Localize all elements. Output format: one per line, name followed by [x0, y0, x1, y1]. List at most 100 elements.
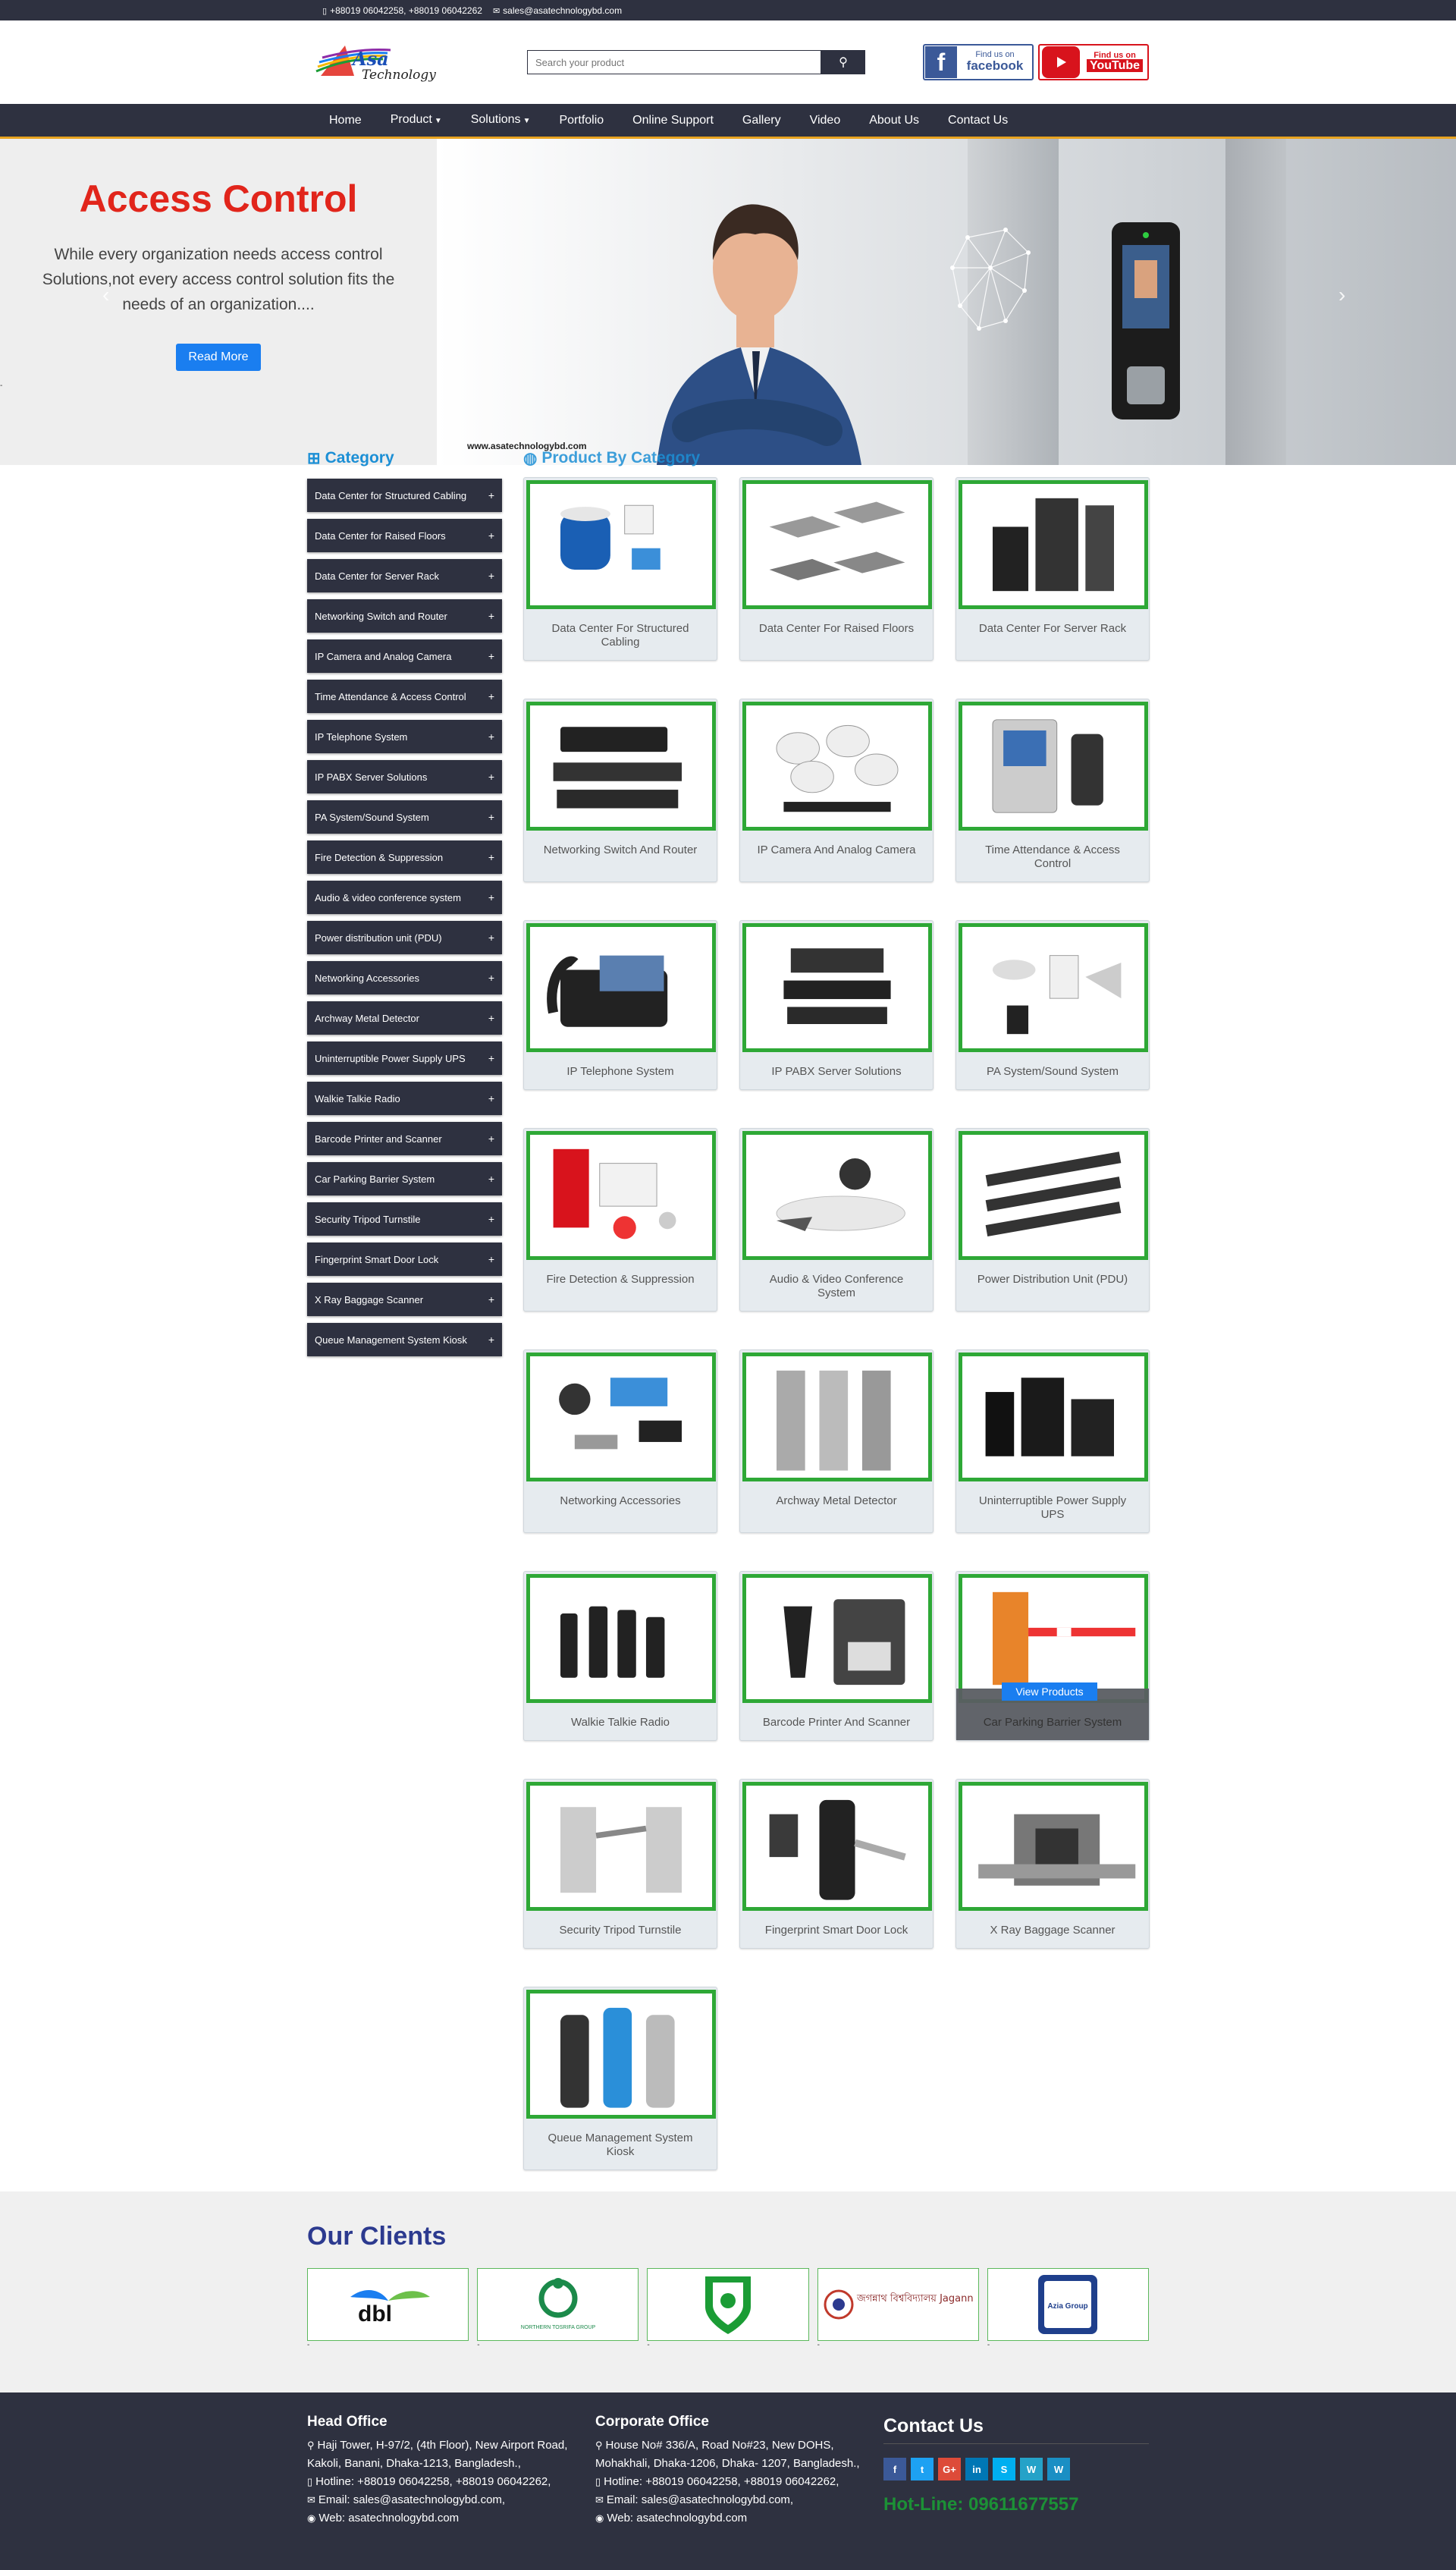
product-card[interactable]: Barcode Printer And Scanner [739, 1571, 934, 1741]
product-image[interactable] [959, 480, 1148, 609]
view-products-button[interactable]: View Products [1002, 1682, 1097, 1701]
sidebar-category-item[interactable]: IP Telephone System + [307, 720, 502, 753]
plus-icon[interactable]: + [488, 851, 494, 863]
facebook-badge[interactable]: f Find us on facebook [923, 44, 1034, 80]
sidebar-category-item[interactable]: Data Center for Raised Floors + [307, 519, 502, 552]
sidebar-category-item[interactable]: Data Center for Structured Cabling + [307, 479, 502, 512]
product-image[interactable] [526, 1574, 716, 1703]
product-name[interactable]: Walkie Talkie Radio [536, 1716, 704, 1730]
nav-about-us[interactable]: About Us [855, 104, 934, 137]
plus-icon[interactable]: + [488, 529, 494, 542]
sidebar-category-item[interactable]: Networking Accessories + [307, 961, 502, 994]
product-name[interactable]: Fingerprint Smart Door Lock [752, 1924, 921, 1937]
client-logo-azia-group[interactable]: Azia Group [987, 2268, 1150, 2341]
product-name[interactable]: Security Tripod Turnstile [536, 1924, 704, 1937]
nav-contact-us[interactable]: Contact Us [934, 104, 1022, 137]
product-image[interactable] [742, 1574, 932, 1703]
product-card[interactable]: Queue Management System Kiosk [523, 1987, 717, 2170]
product-card[interactable]: Security Tripod Turnstile [523, 1779, 717, 1949]
slider-next-arrow[interactable]: › [1338, 283, 1345, 307]
sidebar-category-item[interactable]: Audio & video conference system + [307, 881, 502, 914]
client-logo-jagannath-university[interactable]: জগন্নাথ বিশ্ববিদ্যালয় Jagannath Univers… [817, 2268, 979, 2341]
nav-home[interactable]: Home [315, 104, 376, 137]
product-card[interactable]: Power Distribution Unit (PDU) [956, 1128, 1150, 1312]
product-image[interactable] [742, 480, 932, 609]
product-card[interactable]: Networking Switch And Router [523, 699, 717, 882]
product-image[interactable] [526, 923, 716, 1052]
linkedin-icon[interactable]: in [965, 2458, 988, 2480]
product-card[interactable]: Time Attendance & Access Control [956, 699, 1150, 882]
skype-icon[interactable]: S [993, 2458, 1015, 2480]
product-name[interactable]: X Ray Baggage Scanner [968, 1924, 1137, 1937]
plus-icon[interactable]: + [488, 1052, 494, 1064]
product-card[interactable]: IP PABX Server Solutions [739, 920, 934, 1090]
sidebar-category-item[interactable]: IP PABX Server Solutions + [307, 760, 502, 793]
product-image[interactable] [742, 923, 932, 1052]
product-card[interactable]: Walkie Talkie Radio [523, 1571, 717, 1741]
sidebar-category-item[interactable]: Barcode Printer and Scanner + [307, 1122, 502, 1155]
plus-icon[interactable]: + [488, 1133, 494, 1145]
product-name[interactable]: Networking Switch And Router [536, 844, 704, 857]
head-office-email[interactable]: ✉ Email: sales@asatechnologybd.com, [307, 2491, 595, 2509]
read-more-button[interactable]: Read More [176, 344, 261, 371]
plus-icon[interactable]: + [488, 811, 494, 823]
product-card[interactable]: Audio & Video Conference System [739, 1128, 934, 1312]
twitter-icon[interactable]: t [911, 2458, 934, 2480]
product-card[interactable]: IP Telephone System [523, 920, 717, 1090]
nav-online-support[interactable]: Online Support [618, 104, 728, 137]
corporate-office-web[interactable]: ◉ Web: asatechnologybd.com [595, 2509, 883, 2528]
topbar-email[interactable]: ✉ sales@asatechnologybd.com [493, 5, 622, 16]
plus-icon[interactable]: + [488, 891, 494, 903]
product-name[interactable]: IP PABX Server Solutions [752, 1065, 921, 1079]
product-name[interactable]: Time Attendance & Access Control [968, 844, 1137, 871]
product-card[interactable]: Data Center For Raised Floors [739, 477, 934, 661]
plus-icon[interactable]: + [488, 1293, 494, 1305]
product-card[interactable]: Uninterruptible Power Supply UPS [956, 1349, 1150, 1533]
product-name[interactable]: Data Center For Server Rack [968, 622, 1137, 636]
product-card[interactable]: Fire Detection & Suppression [523, 1128, 717, 1312]
topbar-phone[interactable]: ▯ +88019 06042258, +88019 06042262 [322, 5, 482, 16]
product-image[interactable] [959, 1782, 1148, 1911]
plus-icon[interactable]: + [488, 932, 494, 944]
product-image[interactable] [959, 702, 1148, 831]
plus-icon[interactable]: + [488, 570, 494, 582]
product-card[interactable]: Fingerprint Smart Door Lock [739, 1779, 934, 1949]
sidebar-category-item[interactable]: Car Parking Barrier System + [307, 1162, 502, 1195]
head-office-web[interactable]: ◉ Web: asatechnologybd.com [307, 2509, 595, 2528]
product-image[interactable] [959, 1131, 1148, 1260]
product-card[interactable]: Data Center For Server Rack [956, 477, 1150, 661]
sidebar-category-item[interactable]: PA System/Sound System + [307, 800, 502, 834]
site-logo[interactable]: Asa Technology [315, 39, 444, 85]
product-name[interactable]: Audio & Video Conference System [752, 1273, 921, 1300]
product-image[interactable] [742, 1131, 932, 1260]
product-name[interactable]: Barcode Printer And Scanner [752, 1716, 921, 1730]
sidebar-category-item[interactable]: Queue Management System Kiosk + [307, 1323, 502, 1356]
product-name[interactable]: IP Camera And Analog Camera [752, 844, 921, 857]
client-logo-shield[interactable] [647, 2268, 809, 2341]
product-name[interactable]: Uninterruptible Power Supply UPS [968, 1494, 1137, 1522]
product-card[interactable]: IP Camera And Analog Camera [739, 699, 934, 882]
plus-icon[interactable]: + [488, 489, 494, 501]
product-name[interactable]: Fire Detection & Suppression [536, 1273, 704, 1287]
nav-product[interactable]: Product ▼ [376, 103, 457, 137]
product-card[interactable]: Data Center For Structured Cabling [523, 477, 717, 661]
nav-portfolio[interactable]: Portfolio [544, 104, 618, 137]
sidebar-category-item[interactable]: IP Camera and Analog Camera + [307, 639, 502, 673]
product-name[interactable]: Queue Management System Kiosk [536, 2132, 704, 2159]
plus-icon[interactable]: + [488, 730, 494, 743]
plus-icon[interactable]: + [488, 1213, 494, 1225]
nav-video[interactable]: Video [795, 104, 855, 137]
product-card[interactable]: X Ray Baggage Scanner [956, 1779, 1150, 1949]
product-image[interactable] [526, 702, 716, 831]
plus-icon[interactable]: + [488, 690, 494, 702]
product-image[interactable] [742, 1353, 932, 1481]
plus-icon[interactable]: + [488, 650, 494, 662]
plus-icon[interactable]: + [488, 1334, 494, 1346]
sidebar-category-item[interactable]: Networking Switch and Router + [307, 599, 502, 633]
product-name[interactable]: Networking Accessories [536, 1494, 704, 1508]
sidebar-category-item[interactable]: X Ray Baggage Scanner + [307, 1283, 502, 1316]
sidebar-category-item[interactable]: Power distribution unit (PDU) + [307, 921, 502, 954]
plus-icon[interactable]: + [488, 771, 494, 783]
product-card[interactable]: Archway Metal Detector [739, 1349, 934, 1533]
facebook-icon[interactable]: f [883, 2458, 906, 2480]
